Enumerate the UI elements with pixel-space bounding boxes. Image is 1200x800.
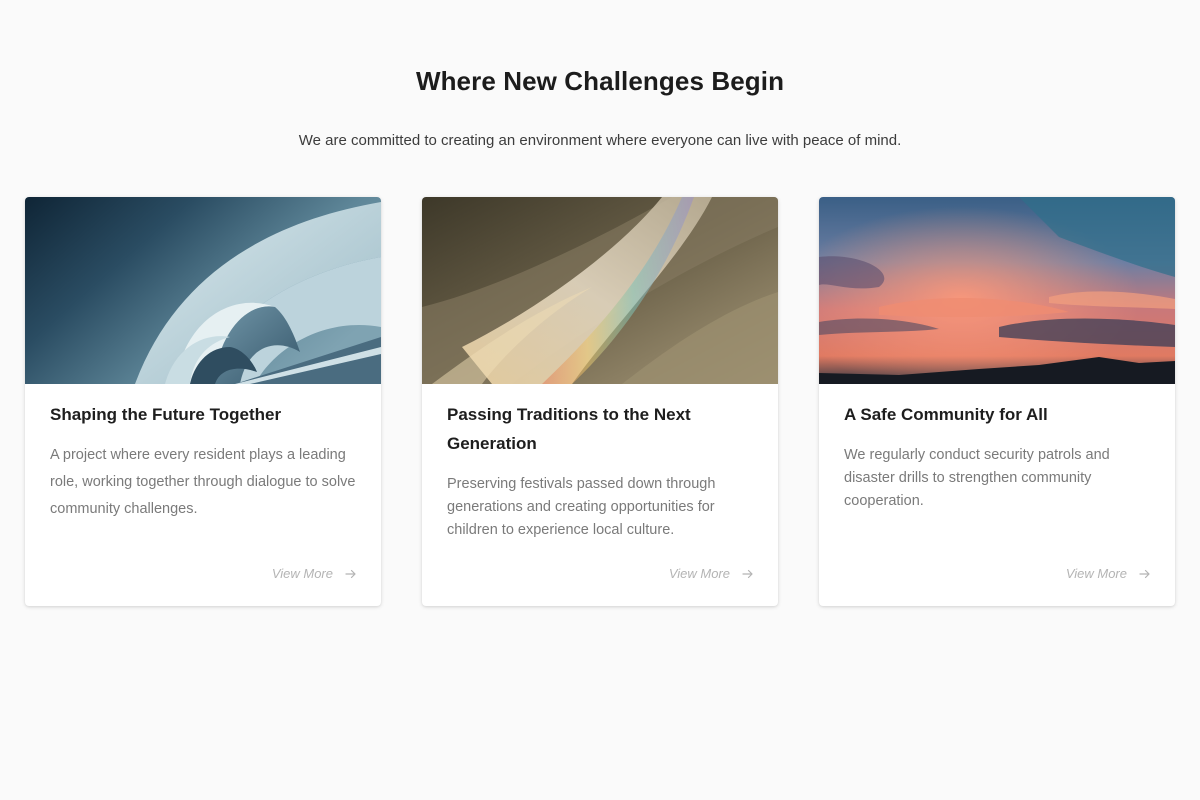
view-more-link[interactable]: View More bbox=[1066, 566, 1151, 581]
architecture-spiral-image bbox=[25, 197, 381, 384]
card-title: A Safe Community for All bbox=[844, 405, 1048, 424]
card-description: A project where every resident plays a l… bbox=[50, 447, 356, 517]
sunset-sky-image bbox=[819, 197, 1175, 384]
page: Where New Challenges Begin We are commit… bbox=[0, 0, 1200, 800]
arrow-right-icon bbox=[742, 568, 754, 580]
prism-light-image bbox=[422, 197, 778, 384]
section-title: Where New Challenges Begin bbox=[415, 66, 785, 96]
view-more-label: View More bbox=[271, 566, 333, 581]
card-description: Preserving festivals passed down through… bbox=[447, 476, 716, 538]
card-future-together: Shaping the Future Together A project wh… bbox=[25, 197, 381, 606]
card-description: We regularly conduct security patrols an… bbox=[844, 447, 1110, 509]
card-title: Passing Traditions to the Next Generatio… bbox=[447, 405, 691, 453]
arrow-right-icon bbox=[345, 568, 357, 580]
view-more-link[interactable]: View More bbox=[669, 566, 754, 581]
card-grid: Shaping the Future Together A project wh… bbox=[25, 197, 1175, 607]
section-subtitle: We are committed to creating an environm… bbox=[298, 132, 902, 149]
view-more-label: View More bbox=[668, 566, 730, 581]
view-more-link[interactable]: View More bbox=[272, 566, 357, 581]
card-safe-community: A Safe Community for All We regularly co… bbox=[819, 197, 1175, 606]
card-title: Shaping the Future Together bbox=[50, 405, 282, 424]
view-more-label: View More bbox=[1065, 566, 1127, 581]
card-traditions: Passing Traditions to the Next Generatio… bbox=[422, 197, 778, 606]
arrow-right-icon bbox=[1139, 568, 1151, 580]
